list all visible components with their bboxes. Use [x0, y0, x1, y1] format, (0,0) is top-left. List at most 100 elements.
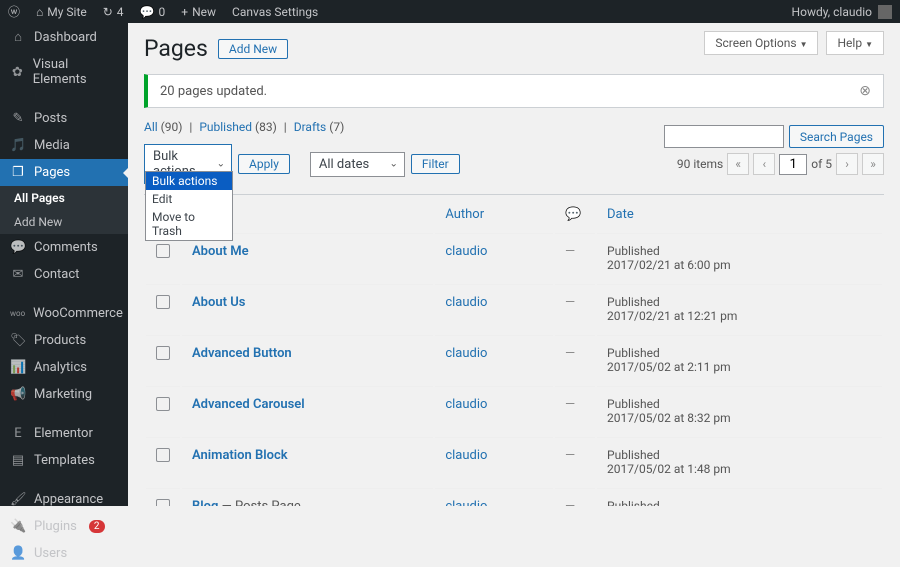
- comment-icon: 💬: [140, 5, 155, 19]
- page-suffix: — Posts Page: [218, 499, 300, 506]
- menu-analytics[interactable]: 📊Analytics: [0, 354, 128, 381]
- items-count: 90 items: [677, 157, 723, 171]
- column-date[interactable]: Date: [597, 197, 882, 231]
- date-cell: Published2017/05/02 at 2:11 pm: [597, 335, 882, 384]
- notice-text: 20 pages updated.: [160, 84, 267, 99]
- menu-templates[interactable]: ▤Templates: [0, 447, 128, 474]
- comments-cell: —: [555, 335, 595, 384]
- pagination: 90 items « ‹ of 5 › »: [677, 153, 884, 175]
- page-title-link[interactable]: About Us: [192, 295, 245, 310]
- apply-button[interactable]: Apply: [238, 154, 290, 174]
- plugin-icon: 🔌: [10, 519, 26, 534]
- page-title: Pages: [144, 35, 208, 62]
- submenu-all-pages[interactable]: All Pages: [0, 186, 128, 210]
- pages-table: Title Author 💬 Date About Meclaudio—Publ…: [144, 194, 884, 506]
- filter-button[interactable]: Filter: [411, 154, 460, 174]
- author-link[interactable]: claudio: [445, 295, 487, 310]
- help-button[interactable]: Help▼: [826, 31, 884, 55]
- page-title-link[interactable]: Animation Block: [192, 448, 288, 463]
- comments-cell: —: [555, 488, 595, 506]
- bulk-actions-select[interactable]: Bulk actions ⌄ Bulk actions Edit Move to…: [144, 144, 232, 184]
- menu-media[interactable]: 🎵Media: [0, 132, 128, 159]
- author-link[interactable]: claudio: [445, 244, 487, 259]
- row-checkbox[interactable]: [156, 499, 170, 506]
- submenu-add-new[interactable]: Add New: [0, 210, 128, 234]
- page-current-input[interactable]: [779, 154, 807, 175]
- menu-posts[interactable]: ✎Posts: [0, 105, 128, 132]
- filter-all[interactable]: All: [144, 120, 158, 134]
- comment-icon: 💬: [565, 207, 581, 222]
- menu-visual-elements[interactable]: ✿Visual Elements: [0, 51, 128, 93]
- column-author[interactable]: Author: [435, 197, 553, 231]
- account-link[interactable]: Howdy, claudio: [792, 5, 900, 19]
- author-link[interactable]: claudio: [445, 499, 487, 506]
- comments-cell: —: [555, 386, 595, 435]
- row-checkbox[interactable]: [156, 244, 170, 258]
- page-title-link[interactable]: Advanced Button: [192, 346, 292, 361]
- menu-woocommerce[interactable]: wooWooCommerce: [0, 300, 128, 327]
- menu-pages[interactable]: ❐Pages: [0, 159, 128, 186]
- author-link[interactable]: claudio: [445, 448, 487, 463]
- menu-marketing[interactable]: 📢Marketing: [0, 381, 128, 408]
- page-title-link[interactable]: About Me: [192, 244, 249, 259]
- date-filter-select[interactable]: All dates ⌄: [310, 152, 405, 177]
- dismiss-notice-button[interactable]: ⊗: [859, 83, 871, 99]
- comment-icon: 💬: [10, 240, 26, 255]
- date-cell: Published2017/02/23 at 12:25 pm: [597, 488, 882, 506]
- comments-cell: —: [555, 233, 595, 282]
- date-cell: Published2017/05/02 at 1:48 pm: [597, 437, 882, 486]
- site-link[interactable]: ⌂My Site: [28, 5, 95, 19]
- bulk-option-trash[interactable]: Move to Trash: [146, 208, 232, 240]
- updates-link[interactable]: ↻4: [95, 5, 132, 19]
- menu-contact[interactable]: ✉Contact: [0, 261, 128, 288]
- menu-users[interactable]: 👤Users: [0, 540, 128, 567]
- author-link[interactable]: claudio: [445, 346, 487, 361]
- table-row: About Usclaudio—Published2017/02/21 at 1…: [146, 284, 882, 333]
- menu-comments[interactable]: 💬Comments: [0, 234, 128, 261]
- canvas-settings-link[interactable]: Canvas Settings: [224, 5, 326, 19]
- page-prev-button[interactable]: ‹: [753, 153, 775, 175]
- tag-icon: 🏷: [10, 333, 26, 348]
- plus-icon: +: [181, 5, 188, 19]
- date-cell: Published2017/02/21 at 6:00 pm: [597, 233, 882, 282]
- filter-published[interactable]: Published: [199, 120, 252, 134]
- menu-plugins[interactable]: 🔌Plugins2: [0, 513, 128, 540]
- mail-icon: ✉: [10, 267, 26, 282]
- page-last-button[interactable]: »: [862, 153, 884, 175]
- menu-appearance[interactable]: 🖌Appearance: [0, 486, 128, 513]
- screen-options-button[interactable]: Screen Options▼: [704, 31, 818, 55]
- admin-menu: ⌂Dashboard ✿Visual Elements ✎Posts 🎵Medi…: [0, 23, 128, 506]
- menu-dashboard[interactable]: ⌂Dashboard: [0, 23, 128, 51]
- page-title-link[interactable]: Advanced Carousel: [192, 397, 305, 412]
- column-comments[interactable]: 💬: [555, 197, 595, 231]
- row-checkbox[interactable]: [156, 397, 170, 411]
- bulk-option-bulk-actions[interactable]: Bulk actions: [146, 172, 232, 190]
- gear-icon: ✿: [10, 65, 25, 80]
- bulk-option-edit[interactable]: Edit: [146, 190, 232, 208]
- brush-icon: 🖌: [10, 492, 26, 507]
- template-icon: ▤: [10, 453, 26, 468]
- pages-submenu: All Pages Add New: [0, 186, 128, 234]
- chevron-down-icon: ▼: [800, 40, 808, 49]
- comments-link[interactable]: 💬0: [132, 5, 174, 19]
- user-icon: 👤: [10, 546, 26, 561]
- row-checkbox[interactable]: [156, 448, 170, 462]
- content-area: Screen Options▼ Help▼ Pages Add New 20 p…: [128, 23, 900, 506]
- row-checkbox[interactable]: [156, 346, 170, 360]
- filter-drafts[interactable]: Drafts: [294, 120, 327, 134]
- page-first-button[interactable]: «: [727, 153, 749, 175]
- menu-products[interactable]: 🏷Products: [0, 327, 128, 354]
- page-next-button[interactable]: ›: [836, 153, 858, 175]
- author-link[interactable]: claudio: [445, 397, 487, 412]
- woo-icon: woo: [10, 309, 25, 318]
- chart-icon: 📊: [10, 360, 26, 375]
- row-checkbox[interactable]: [156, 295, 170, 309]
- comments-cell: —: [555, 284, 595, 333]
- add-new-button[interactable]: Add New: [218, 39, 288, 59]
- page-title-link[interactable]: Blog: [192, 499, 218, 506]
- elementor-icon: E: [10, 426, 26, 441]
- menu-elementor[interactable]: EElementor: [0, 420, 128, 447]
- wp-logo[interactable]: ⓦ: [0, 3, 28, 20]
- dashboard-icon: ⌂: [10, 29, 26, 45]
- new-link[interactable]: +New: [173, 5, 224, 19]
